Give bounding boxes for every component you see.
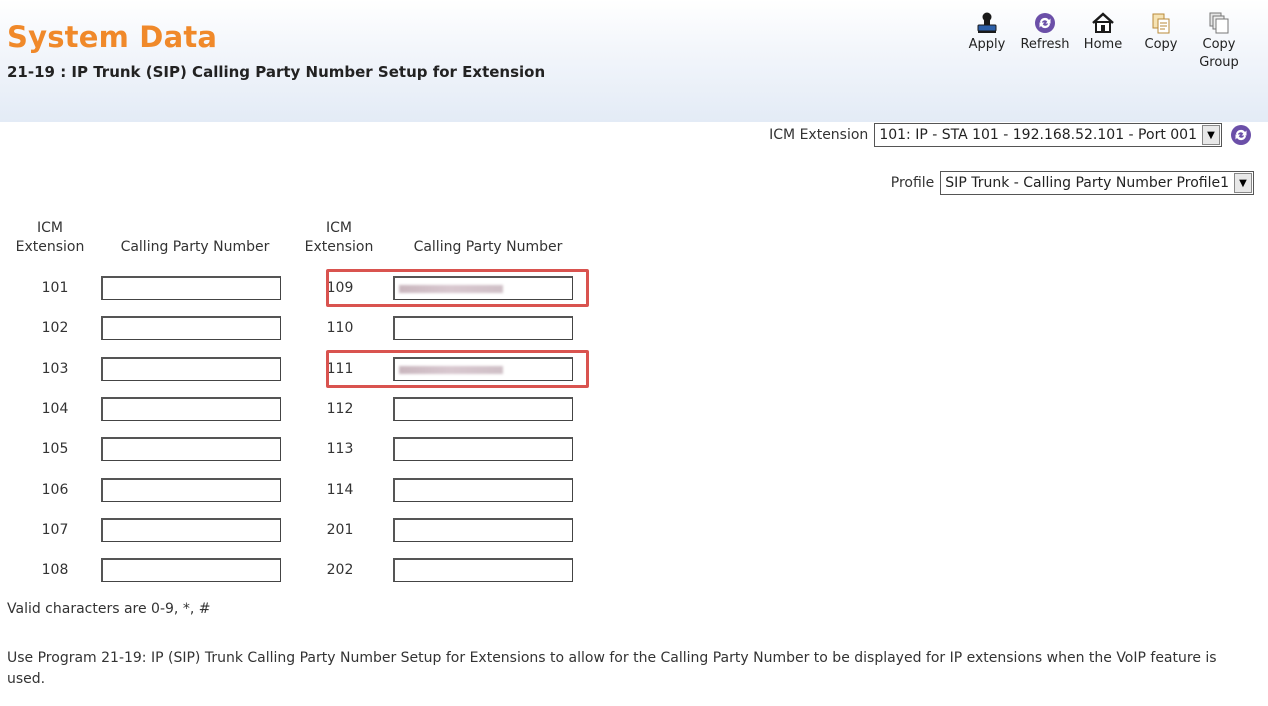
extension-number: 108 xyxy=(41,562,69,578)
valid-characters-note: Valid characters are 0-9, *, # xyxy=(7,601,211,617)
calling-party-number-input[interactable] xyxy=(101,437,281,461)
col-header-calling-party-left: Calling Party Number xyxy=(120,239,270,255)
profile-selector-row: Profile SIP Trunk - Calling Party Number… xyxy=(891,171,1254,195)
icm-extension-label: ICM Extension xyxy=(769,127,869,143)
refresh-extension-button[interactable] xyxy=(1228,122,1254,148)
col-header-icm-extension-right: ICM Extension xyxy=(304,220,374,255)
extension-number: 102 xyxy=(41,320,69,336)
calling-party-number-input[interactable] xyxy=(393,518,573,542)
extension-number: 107 xyxy=(41,522,69,538)
extension-number: 103 xyxy=(41,361,69,377)
extension-number: 101 xyxy=(41,280,69,296)
page-subtitle: 21-19 : IP Trunk (SIP) Calling Party Num… xyxy=(7,63,546,81)
toolbar: Apply Refresh Home Copy Copy Group xyxy=(962,10,1244,72)
calling-party-number-input[interactable] xyxy=(393,478,573,502)
highlight-box xyxy=(326,269,589,307)
copy-button[interactable]: Copy xyxy=(1136,10,1186,72)
icm-extension-value: 101: IP - STA 101 - 192.168.52.101 - Por… xyxy=(879,127,1197,143)
extension-number: 114 xyxy=(326,482,354,498)
apply-label: Apply xyxy=(968,37,1006,52)
extension-number: 113 xyxy=(326,441,354,457)
copy-group-label: Copy Group xyxy=(1199,37,1239,70)
calling-party-number-input[interactable] xyxy=(101,397,281,421)
chevron-down-icon[interactable]: ▼ xyxy=(1202,125,1220,145)
copy-group-button[interactable]: Copy Group xyxy=(1194,10,1244,72)
calling-party-number-input[interactable] xyxy=(393,316,573,340)
extension-number: 104 xyxy=(41,401,69,417)
extension-number: 112 xyxy=(326,401,354,417)
calling-party-number-input[interactable] xyxy=(101,316,281,340)
home-label: Home xyxy=(1083,37,1123,52)
profile-select[interactable]: SIP Trunk - Calling Party Number Profile… xyxy=(940,171,1254,195)
home-icon xyxy=(1090,10,1116,36)
refresh-label: Refresh xyxy=(1020,37,1070,52)
refresh-icon xyxy=(1231,125,1251,145)
copy-icon xyxy=(1148,10,1174,36)
extension-number: 201 xyxy=(326,522,354,538)
apply-button[interactable]: Apply xyxy=(962,10,1012,72)
header-bar: System Data 21-19 : IP Trunk (SIP) Calli… xyxy=(0,0,1268,122)
profile-label: Profile xyxy=(890,175,935,191)
apply-icon xyxy=(974,10,1000,36)
home-button[interactable]: Home xyxy=(1078,10,1128,72)
col-header-icm-extension-left: ICM Extension xyxy=(15,220,85,255)
profile-value: SIP Trunk - Calling Party Number Profile… xyxy=(945,175,1229,191)
program-description: Use Program 21-19: IP (SIP) Trunk Callin… xyxy=(7,650,1217,687)
copy-label: Copy xyxy=(1144,37,1178,52)
page-title: System Data xyxy=(7,20,218,54)
icm-extension-select[interactable]: 101: IP - STA 101 - 192.168.52.101 - Por… xyxy=(874,123,1222,147)
calling-party-number-input[interactable] xyxy=(101,518,281,542)
copy-group-icon xyxy=(1206,10,1232,36)
refresh-icon xyxy=(1032,10,1058,36)
calling-party-number-input[interactable] xyxy=(101,357,281,381)
extension-number: 105 xyxy=(41,441,69,457)
calling-party-number-input[interactable] xyxy=(393,437,573,461)
col-header-calling-party-right: Calling Party Number xyxy=(413,239,563,255)
calling-party-number-input[interactable] xyxy=(393,397,573,421)
highlight-box xyxy=(326,350,589,388)
refresh-button[interactable]: Refresh xyxy=(1020,10,1070,72)
extension-number: 110 xyxy=(326,320,354,336)
icm-extension-selector-row: ICM Extension 101: IP - STA 101 - 192.16… xyxy=(769,122,1254,148)
calling-party-number-input[interactable] xyxy=(101,478,281,502)
chevron-down-icon[interactable]: ▼ xyxy=(1234,173,1252,193)
calling-party-number-input[interactable] xyxy=(101,276,281,300)
calling-party-number-input[interactable] xyxy=(393,558,573,582)
calling-party-number-input[interactable] xyxy=(101,558,281,582)
extension-number: 106 xyxy=(41,482,69,498)
extension-number: 202 xyxy=(326,562,354,578)
